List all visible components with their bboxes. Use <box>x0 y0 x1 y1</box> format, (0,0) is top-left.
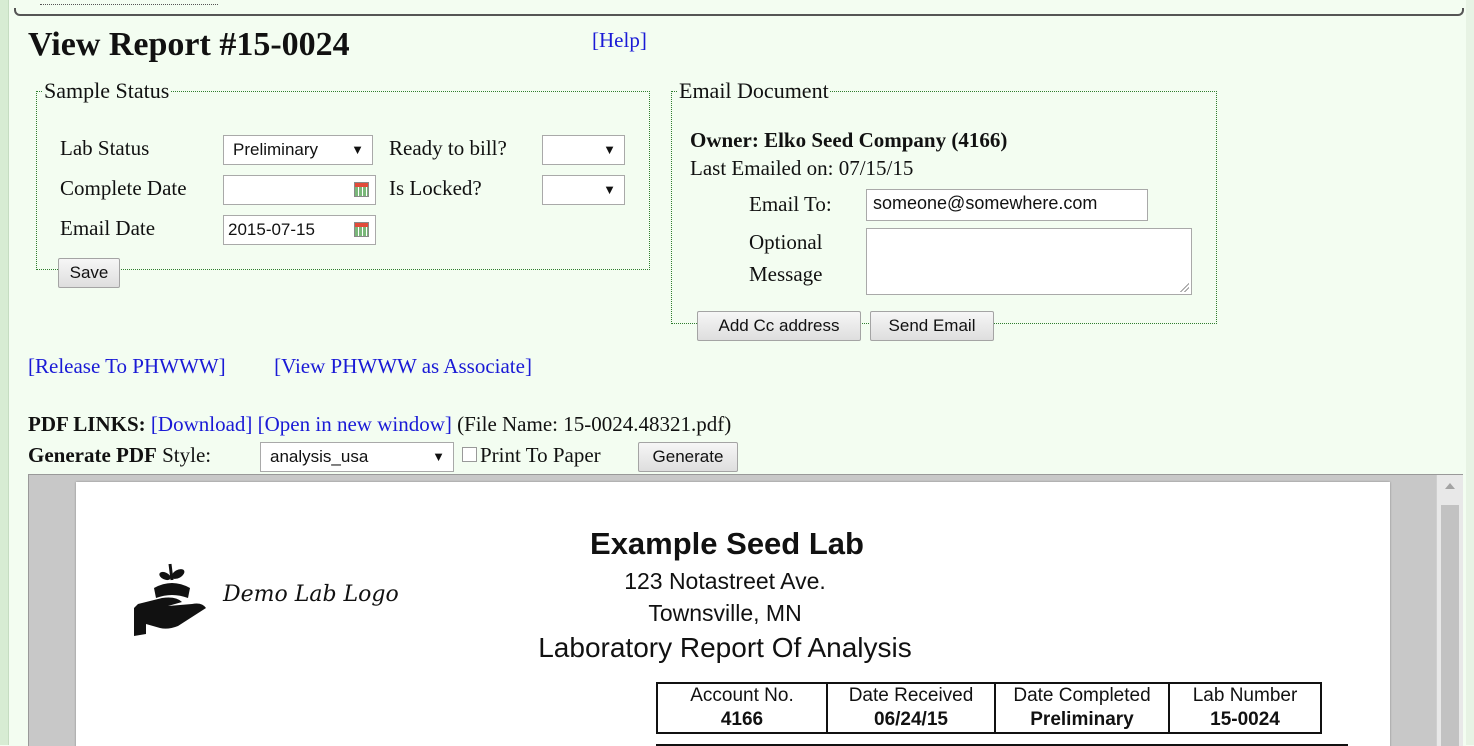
sample-status-legend: Sample Status <box>44 78 170 103</box>
email-date-label: Email Date <box>60 216 156 240</box>
scroll-thumb[interactable] <box>1441 505 1459 746</box>
ready-to-bill-select[interactable]: ▼ <box>542 135 625 165</box>
dropdown-arrow-icon: ▼ <box>603 182 616 197</box>
pdf-page: Demo Lab Logo Example Seed Lab 123 Notas… <box>76 482 1390 746</box>
owner-label: Owner: Elko Seed Company (4166) <box>690 128 1008 152</box>
email-document-legend: Email Document <box>679 78 829 103</box>
lab-status-select[interactable]: Preliminary ▼ <box>223 135 373 165</box>
download-link[interactable]: [Download] <box>151 412 252 436</box>
pdf-style-select[interactable]: analysis_usa ▼ <box>260 442 454 472</box>
optional-label: Optional <box>749 230 823 254</box>
pdf-viewer[interactable]: Demo Lab Logo Example Seed Lab 123 Notas… <box>28 474 1463 746</box>
table-header: Lab Number <box>1168 682 1322 708</box>
account-info-table: Account No. Date Received Date Completed… <box>656 682 1322 734</box>
email-to-label: Email To: <box>749 192 832 216</box>
optional-message-textarea[interactable] <box>866 228 1192 295</box>
lab-status-value: Preliminary <box>233 140 319 159</box>
open-new-window-link[interactable]: [Open in new window] <box>258 412 452 436</box>
table-header: Account No. <box>656 682 828 708</box>
lab-address-line-1: 123 Notastreet Ave. <box>624 568 826 594</box>
left-frame-strip <box>0 0 9 745</box>
message-label: Message <box>749 262 823 286</box>
pdf-style-value: analysis_usa <box>270 447 369 466</box>
lab-address-line-2: Townsville, MN <box>648 600 802 626</box>
dropdown-arrow-icon: ▼ <box>603 142 616 157</box>
generate-button[interactable]: Generate <box>638 442 738 472</box>
table-cell: Preliminary <box>994 708 1170 734</box>
style-label: Style: <box>162 443 212 467</box>
table-cell: 4166 <box>656 708 828 734</box>
is-locked-select[interactable]: ▼ <box>542 175 625 205</box>
email-date-field[interactable]: 2015-07-15 <box>223 215 376 245</box>
email-to-input[interactable]: someone@somewhere.com <box>866 189 1148 221</box>
calendar-icon[interactable] <box>354 222 369 237</box>
view-phwww-as-associate-link[interactable]: [View PHWWW as Associate] <box>274 354 532 378</box>
resize-handle-icon[interactable] <box>1179 282 1189 292</box>
print-to-paper-checkbox[interactable] <box>462 447 477 462</box>
print-to-paper-label: Print To Paper <box>480 443 601 467</box>
is-locked-label: Is Locked? <box>389 176 482 200</box>
dropdown-arrow-icon: ▼ <box>351 142 364 157</box>
right-frame-strip <box>1466 0 1474 745</box>
release-to-phwww-link[interactable]: [Release To PHWWW] <box>28 354 226 378</box>
generate-pdf-label: Generate PDF <box>28 443 157 467</box>
complete-date-field[interactable] <box>223 175 376 205</box>
email-document-fieldset: Email Document Owner: Elko Seed Company … <box>671 78 1217 341</box>
add-cc-address-button[interactable]: Add Cc address <box>697 311 861 341</box>
help-link[interactable]: [Help] <box>592 28 647 53</box>
last-emailed-label: Last Emailed on: <box>690 156 834 180</box>
scroll-up-arrow-icon[interactable] <box>1445 483 1455 489</box>
send-email-button[interactable]: Send Email <box>870 311 994 341</box>
page-title: View Report #15-0024 <box>28 26 350 63</box>
ready-to-bill-label: Ready to bill? <box>389 136 507 160</box>
last-emailed: Last Emailed on: 07/15/15 <box>690 156 913 181</box>
last-emailed-value: 07/15/15 <box>838 156 914 180</box>
sample-status-fieldset: Sample Status Lab Status Preliminary ▼ R… <box>36 78 650 288</box>
top-dotted-bar <box>40 0 218 5</box>
lab-name: Example Seed Lab <box>590 526 864 561</box>
report-title: Laboratory Report Of Analysis <box>538 632 912 663</box>
lab-status-label: Lab Status <box>60 136 150 160</box>
generate-pdf-row: Generate PDF Style: <box>28 443 211 468</box>
save-button[interactable]: Save <box>58 258 120 288</box>
pdf-viewer-scrollbar[interactable] <box>1436 475 1463 746</box>
pdf-links-label: PDF LINKS: <box>28 412 146 436</box>
release-links: [Release To PHWWW] [View PHWWW as Associ… <box>28 354 532 379</box>
table-cell: 15-0024 <box>1168 708 1322 734</box>
table-header: Date Received <box>826 682 996 708</box>
email-date-value: 2015-07-15 <box>228 220 315 239</box>
table-cell: 06/24/15 <box>826 708 996 734</box>
top-frame-rule <box>14 8 1464 16</box>
pdf-links-row: PDF LINKS: [Download] [Open in new windo… <box>28 412 731 437</box>
calendar-icon[interactable] <box>354 182 369 197</box>
dropdown-arrow-icon: ▼ <box>432 449 445 464</box>
complete-date-label: Complete Date <box>60 176 187 200</box>
pdf-file-name: (File Name: 15-0024.48321.pdf) <box>457 412 732 436</box>
table-header: Date Completed <box>994 682 1170 708</box>
